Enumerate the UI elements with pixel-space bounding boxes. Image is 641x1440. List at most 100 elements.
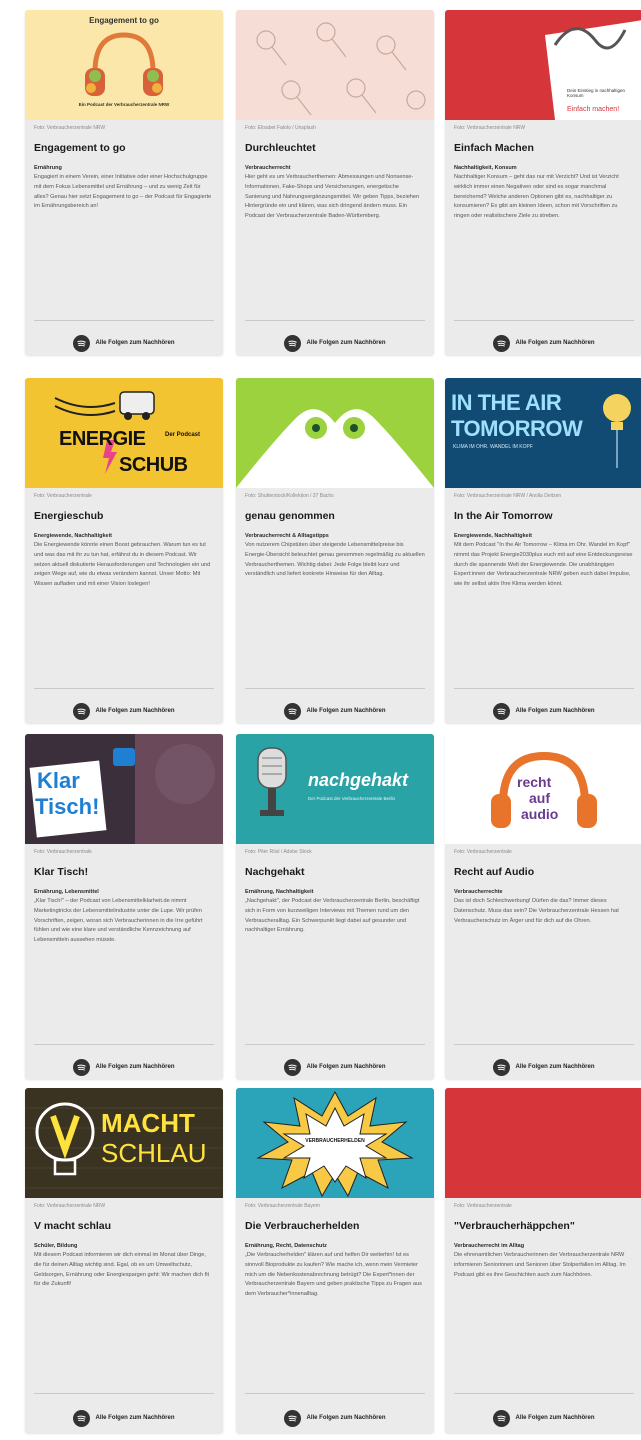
cover-subtitle: Dein Einstieg in nachhaltigen Konsum: [567, 88, 626, 98]
podcast-cover-image[interactable]: nachgehakt Der Podcast der Verbraucherze…: [236, 734, 434, 844]
listen-all-link[interactable]: Alle Folgen zum Nachhören: [445, 1057, 641, 1077]
photo-credit: Foto: Verbraucherzentrale Bayern: [245, 1203, 321, 1209]
podcast-title[interactable]: Einfach Machen: [454, 142, 637, 154]
divider: [34, 688, 214, 689]
listen-all-link[interactable]: Alle Folgen zum Nachhören: [445, 1408, 641, 1428]
cover-title: Klar: [37, 768, 80, 793]
photo-credit: Foto: Verbraucherzentrale NRW: [454, 125, 526, 131]
podcast-card-energieschub[interactable]: ENERGIE SCHUB Der Podcast Foto: Verbrauc…: [25, 378, 223, 723]
podcast-title[interactable]: Engagement to go: [34, 142, 217, 154]
podcast-title[interactable]: Durchleuchtet: [245, 142, 428, 154]
podcast-tags: Energiewende, Nachhaltigkeit: [454, 533, 532, 539]
podcast-card-durchleuchtet[interactable]: Foto: Elisabet Fatolo / Unsplash Durchle…: [236, 10, 434, 355]
cover-title: IN THE AIR: [451, 390, 562, 415]
red-cover-image: [445, 1088, 641, 1198]
listen-all-link[interactable]: Alle Folgen zum Nachhören: [25, 333, 223, 353]
listen-all-link[interactable]: Alle Folgen zum Nachhören: [445, 701, 641, 721]
hands-binocular-icon: [236, 378, 434, 488]
cover-title: recht: [517, 774, 552, 790]
spotify-icon: [73, 1409, 91, 1427]
podcast-description: Engagiert in einem Verein, einer Initiat…: [34, 174, 212, 210]
podcast-cover-image[interactable]: Klar Tisch!: [25, 734, 223, 844]
podcast-card-engagement-to-go[interactable]: Engagement to go Ein Podcast der Verbrau…: [25, 10, 223, 355]
spotify-icon: [493, 1058, 511, 1076]
podcast-card-recht-auf-audio[interactable]: recht auf audio Foto: Verbraucherzentral…: [445, 734, 641, 1079]
podcast-card-genau-genommen[interactable]: Foto: Shutterstock/Kollektion / 37 Bachs…: [236, 378, 434, 723]
podcast-cover-image[interactable]: recht auf audio: [445, 734, 641, 844]
podcast-description: „Die Verbraucherhelden" klären auf und h…: [245, 1252, 422, 1298]
podcast-card-die-verbraucherhelden[interactable]: VERBRAUCHERHELDEN Foto: Verbraucherzentr…: [236, 1088, 434, 1433]
cover-tagline: KLIMA IM OHR. WANDEL IM KOPF: [453, 444, 533, 450]
divider: [245, 1393, 425, 1394]
divider: [245, 688, 425, 689]
podcast-tags: Verbraucherrecht im Alltag: [454, 1243, 525, 1249]
podcast-card-v-macht-schlau[interactable]: MACHT SCHLAU Foto: Verbraucherzentrale N…: [25, 1088, 223, 1433]
cover-title: VERBRAUCHERHELDEN: [305, 1138, 365, 1144]
podcast-cover-image[interactable]: [236, 378, 434, 488]
spotify-icon: [73, 702, 91, 720]
listen-all-link[interactable]: Alle Folgen zum Nachhören: [25, 701, 223, 721]
podcast-title[interactable]: Klar Tisch!: [34, 866, 217, 878]
spotify-icon: [493, 1409, 511, 1427]
cover-subtitle: SCHLAU: [101, 1138, 207, 1168]
podcast-title[interactable]: Energieschub: [34, 510, 217, 522]
listen-all-link[interactable]: Alle Folgen zum Nachhören: [236, 1057, 434, 1077]
listen-all-label: Alle Folgen zum Nachhören: [515, 708, 595, 714]
cover-title: nachgehakt: [308, 770, 409, 790]
listen-all-link[interactable]: Alle Folgen zum Nachhören: [236, 1408, 434, 1428]
podcast-card-klar-tisch[interactable]: Klar Tisch! Foto: Verbraucherzentrale Kl…: [25, 734, 223, 1079]
podcast-description: „Klar Tisch!" – der Podcast von Lebensmi…: [34, 898, 203, 944]
divider: [34, 1044, 214, 1045]
podcast-card-nachgehakt[interactable]: nachgehakt Der Podcast der Verbraucherze…: [236, 734, 434, 1079]
cover-tagline: Der Podcast: [165, 432, 201, 438]
photo-credit: Foto: Verbraucherzentrale: [454, 849, 512, 855]
podcast-cover-image[interactable]: VERBRAUCHERHELDEN: [236, 1088, 434, 1198]
podcast-title[interactable]: Die Verbraucherhelden: [245, 1220, 428, 1232]
podcast-cover-image[interactable]: IN THE AIR TOMORROW KLIMA IM OHR. WANDEL…: [445, 378, 641, 488]
podcast-cover-image[interactable]: Dein Einstieg in nachhaltigen Konsum Ein…: [445, 10, 641, 120]
podcast-card-verbraucherhaeppchen[interactable]: Foto: Verbraucherzentrale "Verbraucherhä…: [445, 1088, 641, 1433]
podcast-cover-image[interactable]: Engagement to go Ein Podcast der Verbrau…: [25, 10, 223, 120]
podcast-tags: Verbraucherrecht & Alltagstipps: [245, 533, 329, 539]
podcast-tags: Nachhaltigkeit, Konsum: [454, 165, 517, 171]
cover-subtitle: auf: [529, 790, 550, 806]
cover-subtitle: Der Podcast der Verbraucherzentrale Berl…: [308, 796, 396, 801]
podcast-card-einfach-machen[interactable]: Dein Einstieg in nachhaltigen Konsum Ein…: [445, 10, 641, 355]
listen-all-label: Alle Folgen zum Nachhören: [95, 340, 175, 346]
cover-subtitle: Tisch!: [35, 794, 100, 819]
paper-note-cover-icon: [445, 10, 641, 120]
podcast-title[interactable]: Nachgehakt: [245, 866, 428, 878]
cover-title: ENERGIE: [59, 428, 146, 450]
podcast-cover-image[interactable]: [236, 10, 434, 120]
listen-all-label: Alle Folgen zum Nachhören: [306, 1415, 386, 1421]
podcast-cover-image[interactable]: [445, 1088, 641, 1198]
podcast-title[interactable]: In the Air Tomorrow: [454, 510, 637, 522]
listen-all-link[interactable]: Alle Folgen zum Nachhören: [25, 1408, 223, 1428]
listen-all-link[interactable]: Alle Folgen zum Nachhören: [445, 333, 641, 353]
podcast-card-in-the-air-tomorrow[interactable]: IN THE AIR TOMORROW KLIMA IM OHR. WANDEL…: [445, 378, 641, 723]
podcast-description: Mit dem Podcast "In the Air Tomorrow – K…: [454, 542, 633, 588]
listen-all-link[interactable]: Alle Folgen zum Nachhören: [25, 1057, 223, 1077]
podcast-title[interactable]: "Verbraucherhäppchen": [454, 1220, 637, 1232]
microphone-pattern-icon: [236, 10, 434, 120]
listen-all-label: Alle Folgen zum Nachhören: [306, 1064, 386, 1070]
podcast-title[interactable]: genau genommen: [245, 510, 428, 522]
podcast-cover-image[interactable]: MACHT SCHLAU: [25, 1088, 223, 1198]
photo-credit: Foto: Elisabet Fatolo / Unsplash: [245, 125, 316, 131]
listen-all-link[interactable]: Alle Folgen zum Nachhören: [236, 333, 434, 353]
cover-subtitle: TOMORROW: [451, 416, 583, 441]
photo-credit: Foto: Verbraucherzentrale NRW: [34, 1203, 106, 1209]
podcast-description: Nachhaltiger Konsum – geht das nur mit V…: [454, 174, 619, 220]
spotify-icon: [493, 702, 511, 720]
cover-title: Einfach machen!: [567, 106, 620, 113]
podcast-description: Die ehrenamtlichen Verbraucherinnen der …: [454, 1252, 626, 1278]
photo-credit: Foto: Verbraucherzentrale: [454, 1203, 512, 1209]
podcast-description: „Nachgehakt", der Podcast der Verbrauche…: [245, 898, 420, 934]
podcast-title[interactable]: V macht schlau: [34, 1220, 217, 1232]
divider: [454, 320, 634, 321]
cover-subtitle: SCHUB: [119, 454, 188, 476]
podcast-title[interactable]: Recht auf Audio: [454, 866, 637, 878]
listen-all-link[interactable]: Alle Folgen zum Nachhören: [236, 701, 434, 721]
podcast-cover-image[interactable]: ENERGIE SCHUB Der Podcast: [25, 378, 223, 488]
podcast-tags: Verbraucherrecht: [245, 165, 291, 171]
